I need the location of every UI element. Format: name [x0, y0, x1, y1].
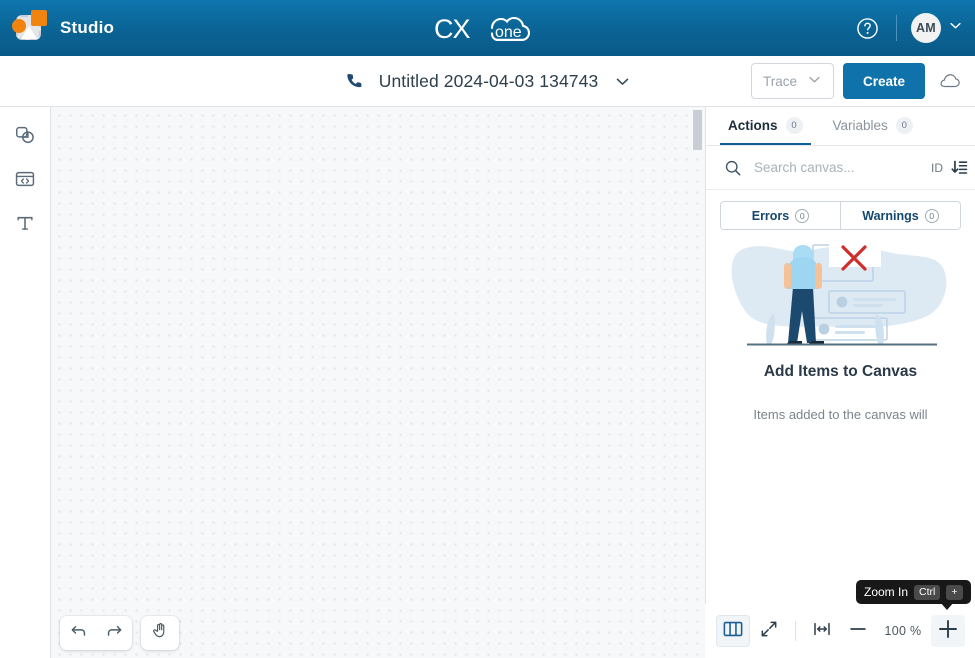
flow-header-bar: Untitled 2024-04-03 134743 Trace Create	[0, 56, 975, 107]
errors-label: Errors	[751, 208, 790, 223]
top-navigation-bar: Studio CX one AM	[0, 0, 975, 56]
zoom-toolbar-divider	[795, 621, 796, 641]
issue-filter-wrap: Errors 0 Warnings 0	[706, 190, 975, 230]
person-empty-canvas-illustration	[706, 241, 975, 349]
sort-field-label[interactable]: ID	[931, 161, 943, 175]
right-side-panel: Actions 0 Variables 0 ID	[705, 107, 975, 658]
trace-dropdown-button[interactable]: Trace	[750, 63, 834, 99]
expand-diagonal-icon	[759, 619, 779, 644]
warnings-count: 0	[924, 208, 939, 223]
tooltip-key-plus: +	[946, 584, 963, 600]
user-menu[interactable]: AM	[911, 13, 963, 43]
code-window-icon	[14, 168, 36, 195]
help-button[interactable]	[850, 11, 884, 45]
tab-actions-count: 0	[785, 116, 803, 134]
tooltip-arrow	[940, 602, 954, 610]
redo-icon	[105, 621, 124, 645]
minimap-button[interactable]	[716, 615, 750, 647]
cxone-logo: CX one	[0, 0, 975, 56]
minus-icon	[847, 618, 869, 645]
empty-state: Add Items to Canvas Items added to the c…	[706, 230, 975, 424]
minimap-book-icon	[722, 618, 744, 645]
panel-search-row: ID	[706, 146, 975, 190]
canvas-tool-group	[60, 616, 179, 650]
tooltip-text: Zoom In	[864, 585, 909, 599]
sort-descending-icon[interactable]	[950, 158, 969, 177]
errors-count: 0	[795, 208, 810, 223]
panel-tabs: Actions 0 Variables 0	[706, 107, 975, 146]
plus-icon	[936, 617, 960, 646]
page-title: Untitled 2024-04-03 134743	[378, 70, 599, 91]
undo-button[interactable]	[60, 616, 96, 650]
top-bar-right-group: AM	[850, 0, 963, 56]
sidebar-item-text[interactable]	[8, 209, 42, 241]
top-bar-divider	[896, 15, 897, 41]
trace-label: Trace	[762, 73, 797, 89]
tab-actions-label: Actions	[728, 117, 778, 133]
fit-to-width-icon	[812, 619, 832, 644]
redo-button[interactable]	[96, 616, 132, 650]
search-input[interactable]	[754, 160, 931, 175]
chevron-down-icon	[948, 18, 963, 38]
text-t-icon	[14, 212, 36, 239]
undo-icon	[69, 621, 88, 645]
chevron-down-icon	[807, 72, 822, 90]
brand-name: Studio	[60, 18, 115, 37]
tab-actions[interactable]: Actions 0	[720, 107, 811, 145]
undo-redo-group	[60, 616, 132, 650]
avatar: AM	[911, 13, 941, 43]
zoom-out-button[interactable]	[841, 615, 875, 647]
search-icon	[724, 159, 742, 177]
canvas-scrollbar-track[interactable]	[693, 107, 702, 658]
left-tool-rail	[0, 107, 51, 658]
fullscreen-button[interactable]	[752, 615, 786, 647]
svg-text:one: one	[495, 24, 522, 41]
zoom-in-tooltip: Zoom In Ctrl +	[856, 580, 971, 604]
warnings-tab[interactable]: Warnings 0	[840, 202, 960, 229]
brand-block[interactable]: Studio	[0, 10, 114, 46]
chevron-down-icon[interactable]	[614, 73, 631, 90]
flow-canvas[interactable]	[51, 107, 705, 658]
studio-app-icon	[12, 10, 48, 46]
errors-tab[interactable]: Errors 0	[721, 202, 840, 229]
canvas-scrollbar-thumb[interactable]	[693, 110, 702, 150]
sidebar-item-snippet[interactable]	[8, 165, 42, 197]
create-button[interactable]: Create	[842, 63, 925, 99]
empty-state-subtitle: Items added to the canvas will	[753, 407, 928, 422]
tab-variables-count: 0	[895, 116, 913, 134]
zoom-level-value: 100 %	[884, 624, 922, 638]
tab-variables[interactable]: Variables 0	[825, 107, 921, 145]
hand-pan-icon	[151, 621, 170, 645]
fit-width-button[interactable]	[805, 615, 839, 647]
phone-icon	[344, 71, 365, 92]
studio-app-window: Studio CX one AM Untitled 2024-04-03 134…	[0, 0, 975, 658]
zoom-in-button[interactable]	[931, 615, 965, 647]
cloud-icon[interactable]	[939, 72, 961, 90]
shapes-icon	[14, 124, 36, 151]
pan-tool-button[interactable]	[141, 616, 179, 650]
zoom-toolbar: 100 %	[705, 604, 975, 658]
issue-segmented-control: Errors 0 Warnings 0	[720, 201, 961, 230]
flow-actions-group: Trace Create	[750, 56, 965, 106]
svg-text:CX: CX	[434, 14, 470, 44]
tab-variables-label: Variables	[832, 117, 888, 133]
sidebar-item-shapes[interactable]	[8, 121, 42, 153]
empty-state-title: Add Items to Canvas	[763, 363, 918, 380]
tooltip-key-ctrl: Ctrl	[914, 584, 941, 600]
warnings-label: Warnings	[862, 208, 919, 223]
question-circle-icon	[856, 17, 878, 39]
